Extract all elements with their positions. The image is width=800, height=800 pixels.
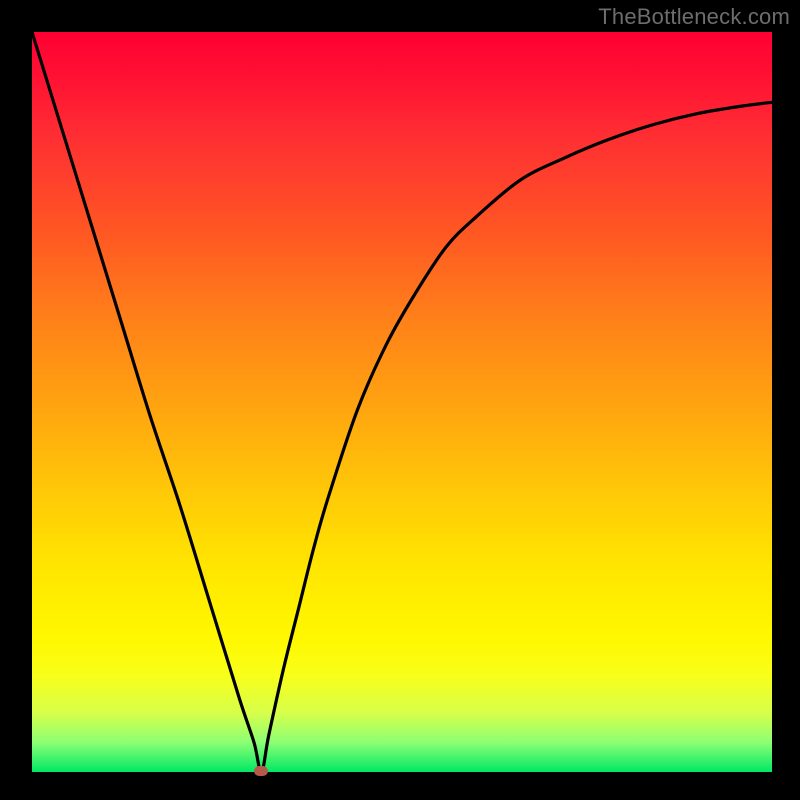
curve-svg [32, 32, 772, 772]
plot-area [32, 32, 772, 772]
chart-container: TheBottleneck.com [0, 0, 800, 800]
vertex-marker [254, 766, 268, 776]
watermark-text: TheBottleneck.com [598, 4, 790, 30]
curve-path [32, 32, 772, 772]
